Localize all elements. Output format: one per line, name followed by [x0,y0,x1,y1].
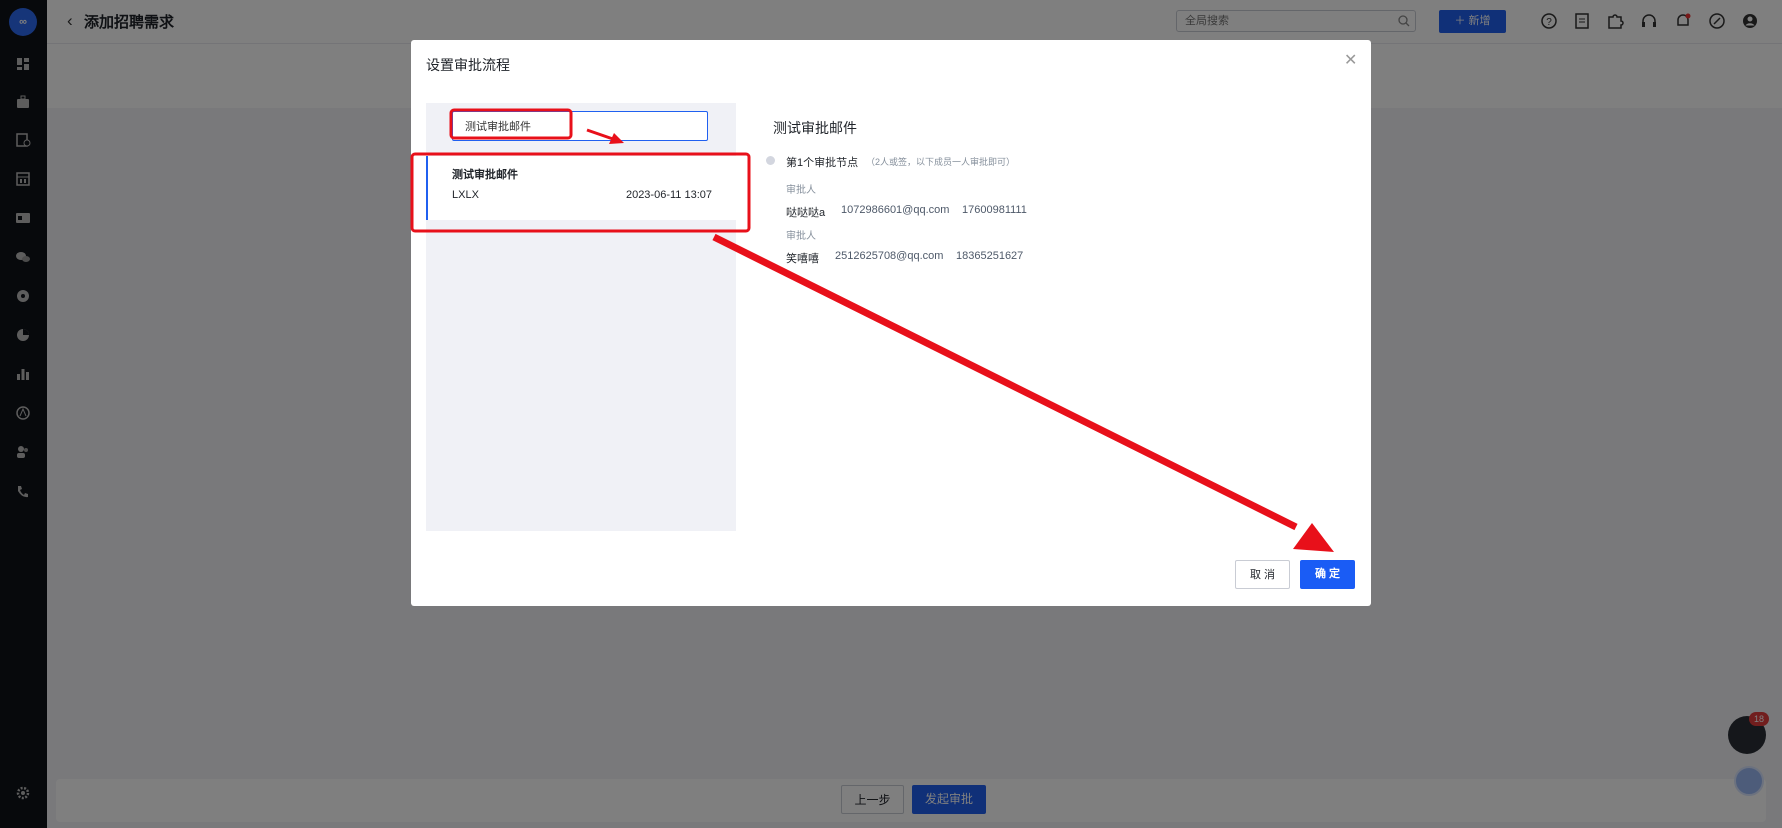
detail-title: 测试审批邮件 [773,120,857,136]
node-title: 第1个审批节点 [786,157,859,169]
approval-flow-dialog: 设置审批流程 ✕ 测试审批邮件 LXLX 2023-06-11 13:07 测试… [411,40,1371,606]
approver-label: 审批人 [786,231,816,242]
approver-label: 审批人 [786,185,816,196]
cancel-button[interactable]: 取 消 [1235,560,1290,589]
confirm-button[interactable]: 确 定 [1300,560,1355,589]
template-list-panel: 测试审批邮件 LXLX 2023-06-11 13:07 [426,103,736,531]
node-dot-icon [766,156,775,165]
template-code: LXLX [452,189,479,201]
template-name: 测试审批邮件 [452,169,518,181]
approver-name: 笑嘻嘻 [786,253,819,265]
template-date: 2023-06-11 13:07 [625,189,712,201]
approver-email: 2512625708@qq.com [835,250,944,262]
approver-name: 哒哒哒a [786,207,826,219]
approver-phone: 17600981111 [962,204,1027,216]
approver-phone: 18365251627 [956,250,1024,262]
approver-email: 1072986601@qq.com [841,204,950,216]
template-search-input[interactable] [452,111,708,141]
node-note: （2人或签，以下成员一人审批即可） [866,157,1016,167]
close-icon[interactable]: ✕ [1344,50,1357,70]
dialog-title: 设置审批流程 [426,57,510,73]
template-list-item[interactable]: 测试审批邮件 LXLX 2023-06-11 13:07 [426,156,736,220]
